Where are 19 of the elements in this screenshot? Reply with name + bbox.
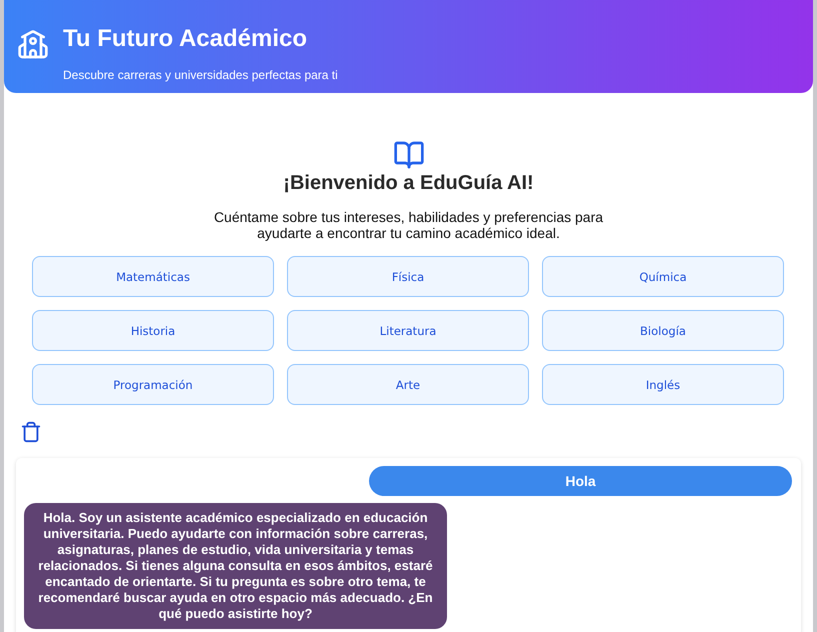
welcome-text: Cuéntame sobre tus intereses, habilidades y preferencias para ayudarte a encontrar tu camino académico ideal. [212, 209, 604, 241]
topic-button[interactable]: Literatura [287, 310, 529, 351]
clear-chat-button[interactable] [20, 421, 42, 443]
topic-button[interactable]: Inglés [542, 364, 784, 405]
book-icon [392, 139, 424, 171]
school-icon [17, 29, 49, 61]
topic-button[interactable]: Química [542, 256, 784, 297]
app-title: Tu Futuro Académico [63, 25, 308, 53]
topic-button[interactable]: Física [287, 256, 529, 297]
topic-button[interactable]: Arte [287, 364, 529, 405]
app-subtitle: Descubre carreras y universidades perfectas para ti [63, 68, 338, 82]
welcome-title: ¡Bienvenido a EduGuía AI! [283, 171, 534, 195]
user-message: Hola [369, 466, 792, 496]
topic-button[interactable]: Biología [542, 310, 784, 351]
assistant-message: Hola. Soy un asistente académico especializado en educación universitaria. Puedo ayudarte con información sobre carreras, asignaturas, planes de estudio, vida universitaria y temas relacionados. Si tienes alguna consulta en esos ámbitos, estaré encantado de orientarte. Si tu pregunta es sobre otro tema, te recomendaré buscar ayuda en otro espacio más adecuado. ¿En qué puedo asistirte hoy? [24, 503, 447, 629]
topic-button[interactable]: Programación [32, 364, 274, 405]
trash-icon [20, 421, 42, 443]
topic-button[interactable]: Matemáticas [32, 256, 274, 297]
topic-button[interactable]: Historia [32, 310, 274, 351]
